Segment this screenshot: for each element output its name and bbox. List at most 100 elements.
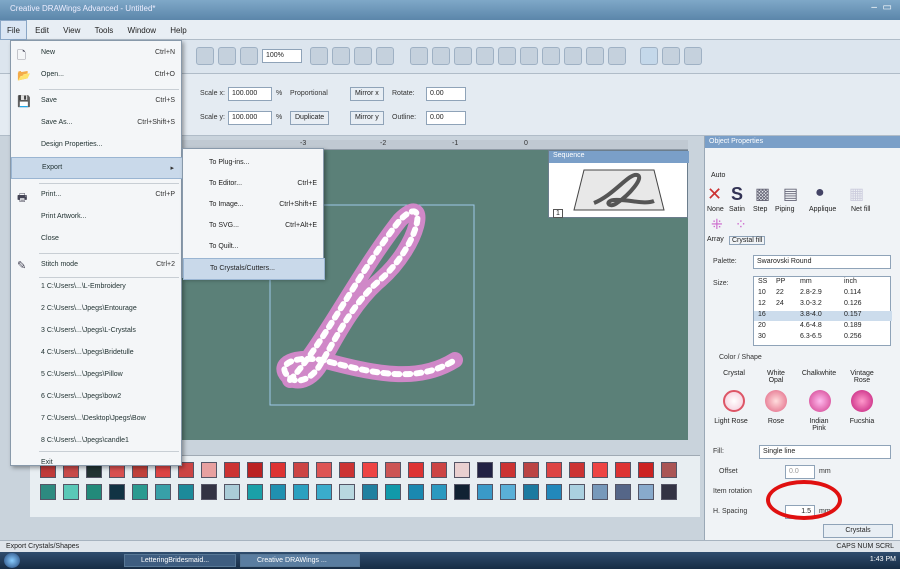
file-menu-item[interactable]: 🖶 Print... Ctrl+P xyxy=(11,185,183,207)
table-row[interactable]: 20 4.6-4.8 0.189 xyxy=(754,322,892,332)
gear-icon[interactable] xyxy=(218,47,236,65)
align-left-icon[interactable] xyxy=(376,47,394,65)
color-swatch[interactable] xyxy=(592,484,608,500)
color-swatch[interactable] xyxy=(339,462,355,478)
color-swatch[interactable] xyxy=(523,462,539,478)
size-table[interactable]: SS PP mm inch 10 22 2.8-2.9 0.114 12 24 … xyxy=(753,276,892,346)
type-step[interactable]: Step xyxy=(753,206,767,213)
file-menu-item[interactable]: 🗋 New Ctrl+N xyxy=(11,43,183,65)
menu-tools[interactable]: Tools xyxy=(89,21,120,41)
color-swatch[interactable] xyxy=(86,484,102,500)
color-swatch[interactable] xyxy=(569,484,585,500)
mirror-y-button[interactable]: Mirror y xyxy=(350,111,384,125)
export-submenu-item[interactable]: To Plug-ins... xyxy=(183,153,325,175)
array-icon[interactable]: ⁜ xyxy=(711,216,723,233)
color-swatch[interactable] xyxy=(247,484,263,500)
scale-y-input[interactable]: 100.000 xyxy=(228,111,272,125)
color-swatch[interactable] xyxy=(615,484,631,500)
applique-icon[interactable]: ● xyxy=(815,184,825,202)
crystal-fill-icon[interactable]: ⁘ xyxy=(735,216,747,233)
file-menu-item[interactable]: 3 C:\Users\...\Jpegs\L-Crystals xyxy=(11,321,183,343)
export-submenu-item[interactable]: To Crystals/Cutters... xyxy=(183,258,325,280)
menu-view[interactable]: View xyxy=(57,21,86,41)
color-swatch[interactable] xyxy=(293,484,309,500)
taskbar-item[interactable]: LetteringBridesmaid... xyxy=(124,554,236,567)
color-swatch[interactable] xyxy=(316,484,332,500)
color-swatch[interactable] xyxy=(546,462,562,478)
color-swatch[interactable] xyxy=(316,462,332,478)
color-swatch[interactable] xyxy=(477,484,493,500)
align-middle-icon[interactable] xyxy=(476,47,494,65)
color-swatch[interactable] xyxy=(569,462,585,478)
file-menu-item[interactable]: Save As... Ctrl+Shift+S xyxy=(11,113,183,135)
pen-icon[interactable] xyxy=(640,47,658,65)
file-menu-item[interactable]: Print Artwork... xyxy=(11,207,183,229)
align-right-icon[interactable] xyxy=(432,47,450,65)
fill-select[interactable]: Single line xyxy=(759,445,891,459)
menu-window[interactable]: Window xyxy=(122,21,162,41)
align-bottom-icon[interactable] xyxy=(498,47,516,65)
export-submenu-item[interactable]: To Editor... Ctrl+E xyxy=(183,174,325,196)
color-swatch[interactable] xyxy=(500,462,516,478)
group-icon[interactable] xyxy=(564,47,582,65)
color-swatch[interactable] xyxy=(293,462,309,478)
proportional-checkbox[interactable]: Proportional xyxy=(290,90,328,97)
color-swatch[interactable] xyxy=(201,484,217,500)
type-net-fill[interactable]: Net fill xyxy=(851,206,870,213)
shape2-icon[interactable] xyxy=(332,47,350,65)
color-swatch[interactable] xyxy=(178,484,194,500)
file-menu-item[interactable]: 💾 Save Ctrl+S xyxy=(11,91,183,113)
color-swatch[interactable] xyxy=(339,484,355,500)
color-swatch[interactable] xyxy=(132,484,148,500)
color-swatch[interactable] xyxy=(408,484,424,500)
export-submenu-item[interactable]: To SVG... Ctrl+Alt+E xyxy=(183,216,325,238)
file-menu-item[interactable]: 8 C:\Users\...\Jpegs\candle1 xyxy=(11,431,183,453)
color-swatch[interactable] xyxy=(201,462,217,478)
color-swatch[interactable] xyxy=(385,484,401,500)
color-swatch[interactable] xyxy=(431,484,447,500)
file-menu-item[interactable]: Close xyxy=(11,229,183,251)
file-menu-item[interactable]: 7 C:\Users\...\Desktop\Jpegs\Bow xyxy=(11,409,183,431)
color-swatch[interactable] xyxy=(362,484,378,500)
menu-edit[interactable]: Edit xyxy=(29,21,55,41)
distribute-v-icon[interactable] xyxy=(542,47,560,65)
ungroup-icon[interactable] xyxy=(586,47,604,65)
zoom-select[interactable]: 100% xyxy=(262,49,302,63)
offset-checkbox[interactable]: Offset xyxy=(719,468,738,475)
rotate-input[interactable]: 0.00 xyxy=(426,87,466,101)
color-swatch[interactable] xyxy=(247,462,263,478)
export-submenu-item[interactable]: To Image... Ctrl+Shift+E xyxy=(183,195,325,217)
type-satin[interactable]: Satin xyxy=(729,206,745,213)
type-piping[interactable]: Piping xyxy=(775,206,794,213)
file-menu-item[interactable]: Exit xyxy=(11,453,183,475)
color-swatch[interactable] xyxy=(454,484,470,500)
offset-input[interactable]: 0.0 xyxy=(785,465,815,479)
file-menu-item[interactable]: Design Properties... xyxy=(11,135,183,157)
window-controls[interactable]: – ▭ xyxy=(871,2,892,13)
file-menu-item[interactable]: 2 C:\Users\...\Jpegs\Entourage xyxy=(11,299,183,321)
type-applique[interactable]: Applique xyxy=(809,206,836,213)
type-none[interactable]: None xyxy=(707,206,724,213)
file-menu-item[interactable]: ✎ Stitch mode Ctrl+2 xyxy=(11,255,183,277)
pointer-icon[interactable] xyxy=(354,47,372,65)
step-icon[interactable]: ▩ xyxy=(755,184,770,204)
light-rose-gem-icon[interactable] xyxy=(723,390,745,412)
auto-checkbox[interactable]: Auto xyxy=(711,172,725,179)
table-row[interactable]: 30 6.3-6.5 0.256 xyxy=(754,333,892,343)
distribute-h-icon[interactable] xyxy=(520,47,538,65)
color-swatch[interactable] xyxy=(638,462,654,478)
table-row[interactable]: 16 3.8-4.0 0.157 xyxy=(754,311,892,321)
file-menu-item[interactable]: 5 C:\Users\...\Jpegs\Pillow xyxy=(11,365,183,387)
export-submenu-item[interactable]: To Quilt... xyxy=(183,237,325,259)
none-icon[interactable]: ✕ xyxy=(707,184,722,205)
align-top-icon[interactable] xyxy=(454,47,472,65)
color-swatch[interactable] xyxy=(270,462,286,478)
color-swatch[interactable] xyxy=(477,462,493,478)
satin-icon[interactable]: S xyxy=(731,184,743,205)
color-swatch[interactable] xyxy=(615,462,631,478)
color-swatch[interactable] xyxy=(63,484,79,500)
outline-input[interactable]: 0.00 xyxy=(426,111,466,125)
line-icon[interactable] xyxy=(662,47,680,65)
palette-select[interactable]: Swarovski Round xyxy=(753,255,891,269)
crystals-button[interactable]: Crystals xyxy=(823,524,893,538)
